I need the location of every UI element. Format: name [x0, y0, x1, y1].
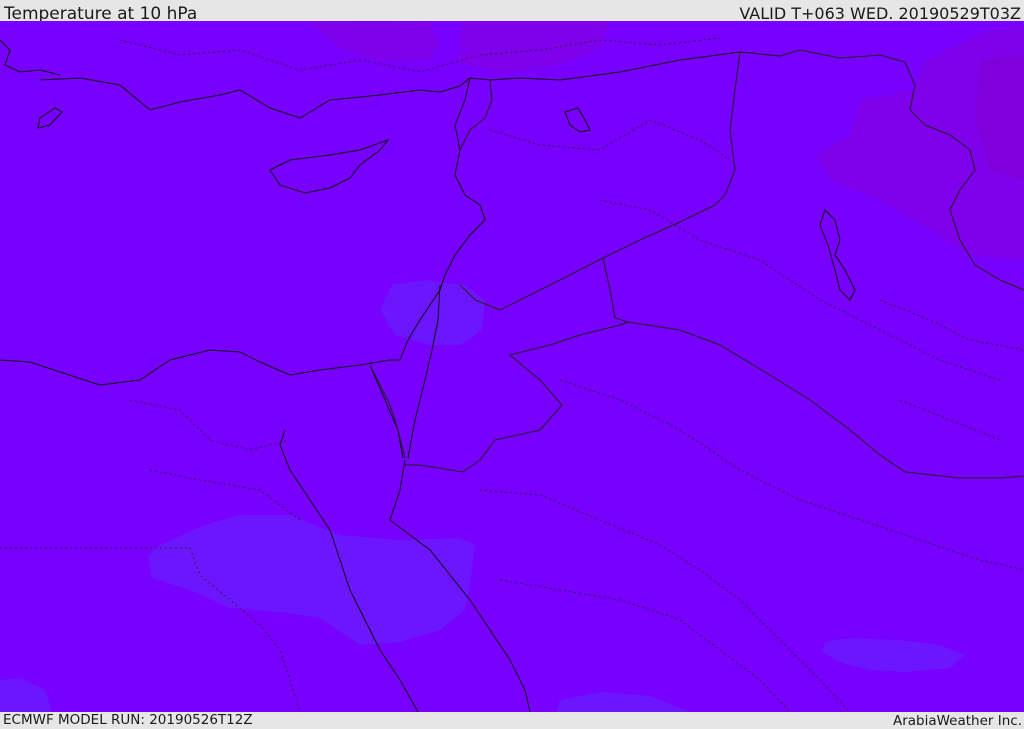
temperature-map	[0, 21, 1024, 712]
weather-map-page: Temperature at 10 hPa VALID T+063 WED. 2…	[0, 0, 1024, 729]
model-run-label: ECMWF MODEL RUN: 20190526T12Z	[3, 712, 253, 728]
footer-bar: ECMWF MODEL RUN: 20190526T12Z ArabiaWeat…	[0, 712, 1024, 729]
credit-label: ArabiaWeather Inc.	[892, 713, 1022, 729]
header-bar: Temperature at 10 hPa VALID T+063 WED. 2…	[0, 0, 1024, 24]
